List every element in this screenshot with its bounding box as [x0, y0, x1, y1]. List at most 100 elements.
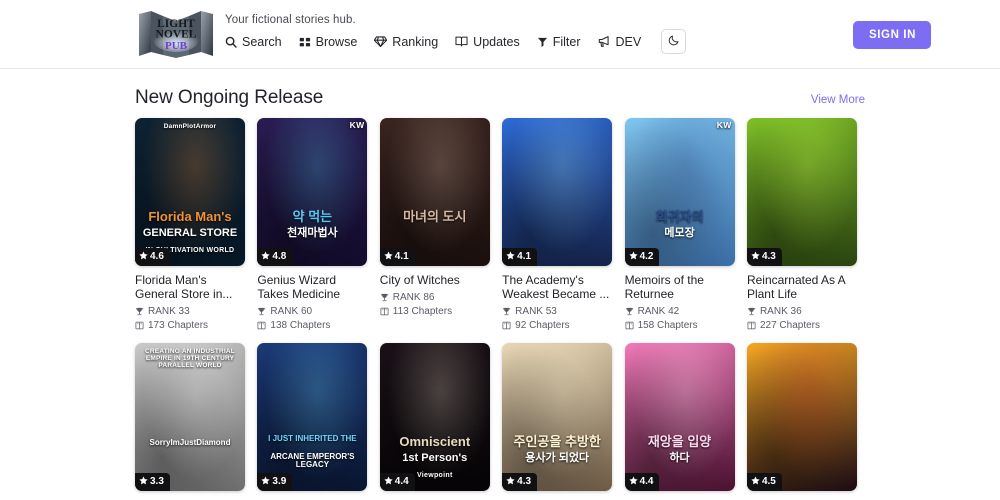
book-chapters: 227 Chapters: [747, 320, 857, 331]
sign-in-button[interactable]: SIGN IN: [852, 21, 931, 49]
book-title[interactable]: Florida Man's General Store in...: [135, 273, 245, 301]
rating-value: 4.5: [761, 476, 776, 488]
nav-item-dev[interactable]: DEV: [598, 34, 642, 49]
nav-label: DEV: [615, 34, 642, 49]
nav-label: Ranking: [392, 34, 439, 49]
cover-artwork: [624, 118, 735, 266]
book-card[interactable]: 마녀의 도시 4.1 City of Witches RANK 86 113 Chapt…: [379, 118, 490, 331]
cover-main-text: 회귀자의: [655, 209, 704, 224]
book-card[interactable]: 약 먹는 천재마법사 KW 4.8 Genius Wizard Takes Medici…: [257, 118, 368, 331]
star-icon: [751, 251, 760, 263]
nav-item-filter[interactable]: Filter: [537, 35, 581, 49]
svg-text:NOVEL: NOVEL: [156, 29, 197, 41]
cover-sub-text: 1st Person's: [402, 452, 468, 465]
book-cover[interactable]: 약 먹는 천재마법사 KW 4.8: [257, 118, 368, 266]
header-inner: LIGHT NOVEL PUB Your fictional stories h…: [135, 0, 931, 68]
nav-item-browse[interactable]: Browse: [299, 34, 358, 49]
book-meta: RANK 42 158 Chapters: [625, 306, 735, 331]
cover-main-text: 약 먹는: [292, 209, 333, 224]
search-icon: [225, 36, 237, 48]
book-cover[interactable]: 재앙을 입양 하다 4.4: [624, 343, 735, 492]
book-cover[interactable]: 4.1: [502, 118, 613, 266]
cover-sub-text: 하다: [669, 452, 690, 465]
rating-value: 4.8: [272, 251, 287, 262]
book-card[interactable]: 4.5Abandoned by my: [746, 343, 857, 500]
book-chapters: 158 Chapters: [625, 320, 735, 331]
cover-sub-text: ARCANE EMPEROR'S LEGACY: [270, 452, 355, 470]
book-card[interactable]: CREATING AN INDUSTRIAL EMPIRE IN 19TH CE…: [135, 343, 245, 500]
book-cover[interactable]: 4.3: [746, 118, 857, 266]
rating-badge: 4.8: [257, 248, 293, 266]
book-card[interactable]: 회귀자의 메모장 KW 4.2 Memoirs of the Returnee RANK …: [624, 118, 735, 331]
book-icon: [625, 321, 634, 330]
main-content: New Ongoing Release View More DamnPlotAr…: [135, 69, 865, 500]
trophy-icon: [502, 307, 511, 316]
rating-badge: 4.5: [746, 473, 782, 492]
book-cover[interactable]: 주인공을 추방한 용사가 되었다 4.3: [502, 343, 613, 492]
book-title[interactable]: Reincarnated As A Plant Life: [747, 273, 857, 301]
rating-value: 4.4: [394, 476, 409, 488]
cover-main-text: I JUST INHERITED THE: [268, 434, 357, 444]
book-meta: RANK 86 113 Chapters: [380, 292, 490, 317]
book-cover[interactable]: CREATING AN INDUSTRIAL EMPIRE IN 19TH CE…: [135, 343, 245, 492]
star-icon: [628, 476, 638, 488]
book-title[interactable]: Memoirs of the Returnee: [625, 273, 735, 301]
rating-value: 3.3: [150, 476, 164, 488]
cover-artwork: [624, 343, 735, 492]
rating-value: 4.2: [639, 251, 654, 262]
nav-item-updates[interactable]: Updates: [455, 35, 520, 49]
rating-badge: 4.6: [135, 248, 170, 266]
book-title[interactable]: City of Witches: [380, 273, 490, 287]
rating-value: 4.1: [517, 251, 532, 262]
book-cover[interactable]: DamnPlotArmor Florida Man's GENERAL STORE I…: [135, 118, 245, 266]
cover-artwork: [746, 343, 857, 492]
book-chapters: 138 Chapters: [257, 320, 367, 331]
cover-sub-text: 용사가 되었다: [525, 452, 590, 465]
book-chapters: 92 Chapters: [502, 320, 612, 331]
header-content: Your fictional stories hub. Search Brows…: [225, 14, 865, 54]
book-title[interactable]: Genius Wizard Takes Medicine: [257, 273, 367, 301]
site-logo[interactable]: LIGHT NOVEL PUB: [135, 8, 217, 60]
book-card[interactable]: 4.3 Reincarnated As A Plant Life RANK 36 22…: [746, 118, 857, 331]
book-card[interactable]: Omniscient1st Person'sViewpoint4.4Omnisc…: [379, 343, 490, 500]
rating-value: 4.4: [639, 476, 654, 488]
rating-badge: 4.1: [379, 248, 415, 266]
star-icon: [261, 251, 270, 263]
book-icon: [502, 321, 511, 330]
star-icon: [139, 251, 148, 263]
book-grid: DamnPlotArmor Florida Man's GENERAL STORE I…: [135, 118, 865, 500]
grid-icon: [299, 36, 311, 48]
trophy-icon: [747, 307, 756, 316]
view-more-link[interactable]: View More: [811, 94, 865, 106]
book-card[interactable]: 주인공을 추방한용사가 되었다4.3I Became the Hero: [502, 343, 613, 500]
book-cover[interactable]: Omniscient 1st Person's Viewpoint 4.4: [379, 343, 490, 492]
book-card[interactable]: DamnPlotArmor Florida Man's GENERAL STORE I…: [135, 118, 245, 331]
star-icon: [261, 476, 270, 488]
book-cover[interactable]: I JUST INHERITED THE ARCANE EMPEROR'S LEG…: [257, 343, 368, 492]
book-cover[interactable]: 4.5: [746, 343, 857, 492]
book-card[interactable]: 재앙을 입양하다4.4Adopting Disaster: [624, 343, 735, 500]
book-card[interactable]: 4.1 The Academy's Weakest Became ... RANK …: [502, 118, 613, 331]
book-card[interactable]: I JUST INHERITED THE ARCANE EMPEROR'S LEG…: [257, 343, 368, 500]
book-meta: RANK 36 227 Chapters: [747, 306, 857, 331]
nav-label: Browse: [315, 34, 358, 49]
star-icon: [628, 251, 638, 263]
book-rank: RANK 60: [257, 306, 367, 317]
rating-badge: 4.2: [624, 248, 660, 266]
book-title[interactable]: The Academy's Weakest Became ...: [502, 273, 612, 301]
book-rank: RANK 86: [380, 292, 490, 303]
book-chapters: 113 Chapters: [380, 306, 490, 317]
cover-top-text: CREATING AN INDUSTRIAL EMPIRE IN 19TH CE…: [145, 348, 235, 369]
nav-item-search[interactable]: Search: [225, 35, 282, 49]
book-cover[interactable]: 회귀자의 메모장 KW 4.2: [624, 118, 735, 266]
rating-badge: 4.1: [502, 248, 538, 266]
cover-artwork: [257, 118, 368, 266]
book-cover[interactable]: 마녀의 도시 4.1: [379, 118, 490, 266]
nav-label: Updates: [473, 34, 520, 49]
cover-sub-text: SorryImJustDiamond: [149, 438, 231, 448]
cover-artwork: [379, 118, 490, 266]
book-meta: RANK 33 173 Chapters: [135, 306, 245, 331]
theme-toggle-button[interactable]: [661, 29, 687, 54]
nav-item-ranking[interactable]: Ranking: [374, 35, 438, 49]
rating-badge: 4.3: [746, 248, 782, 266]
